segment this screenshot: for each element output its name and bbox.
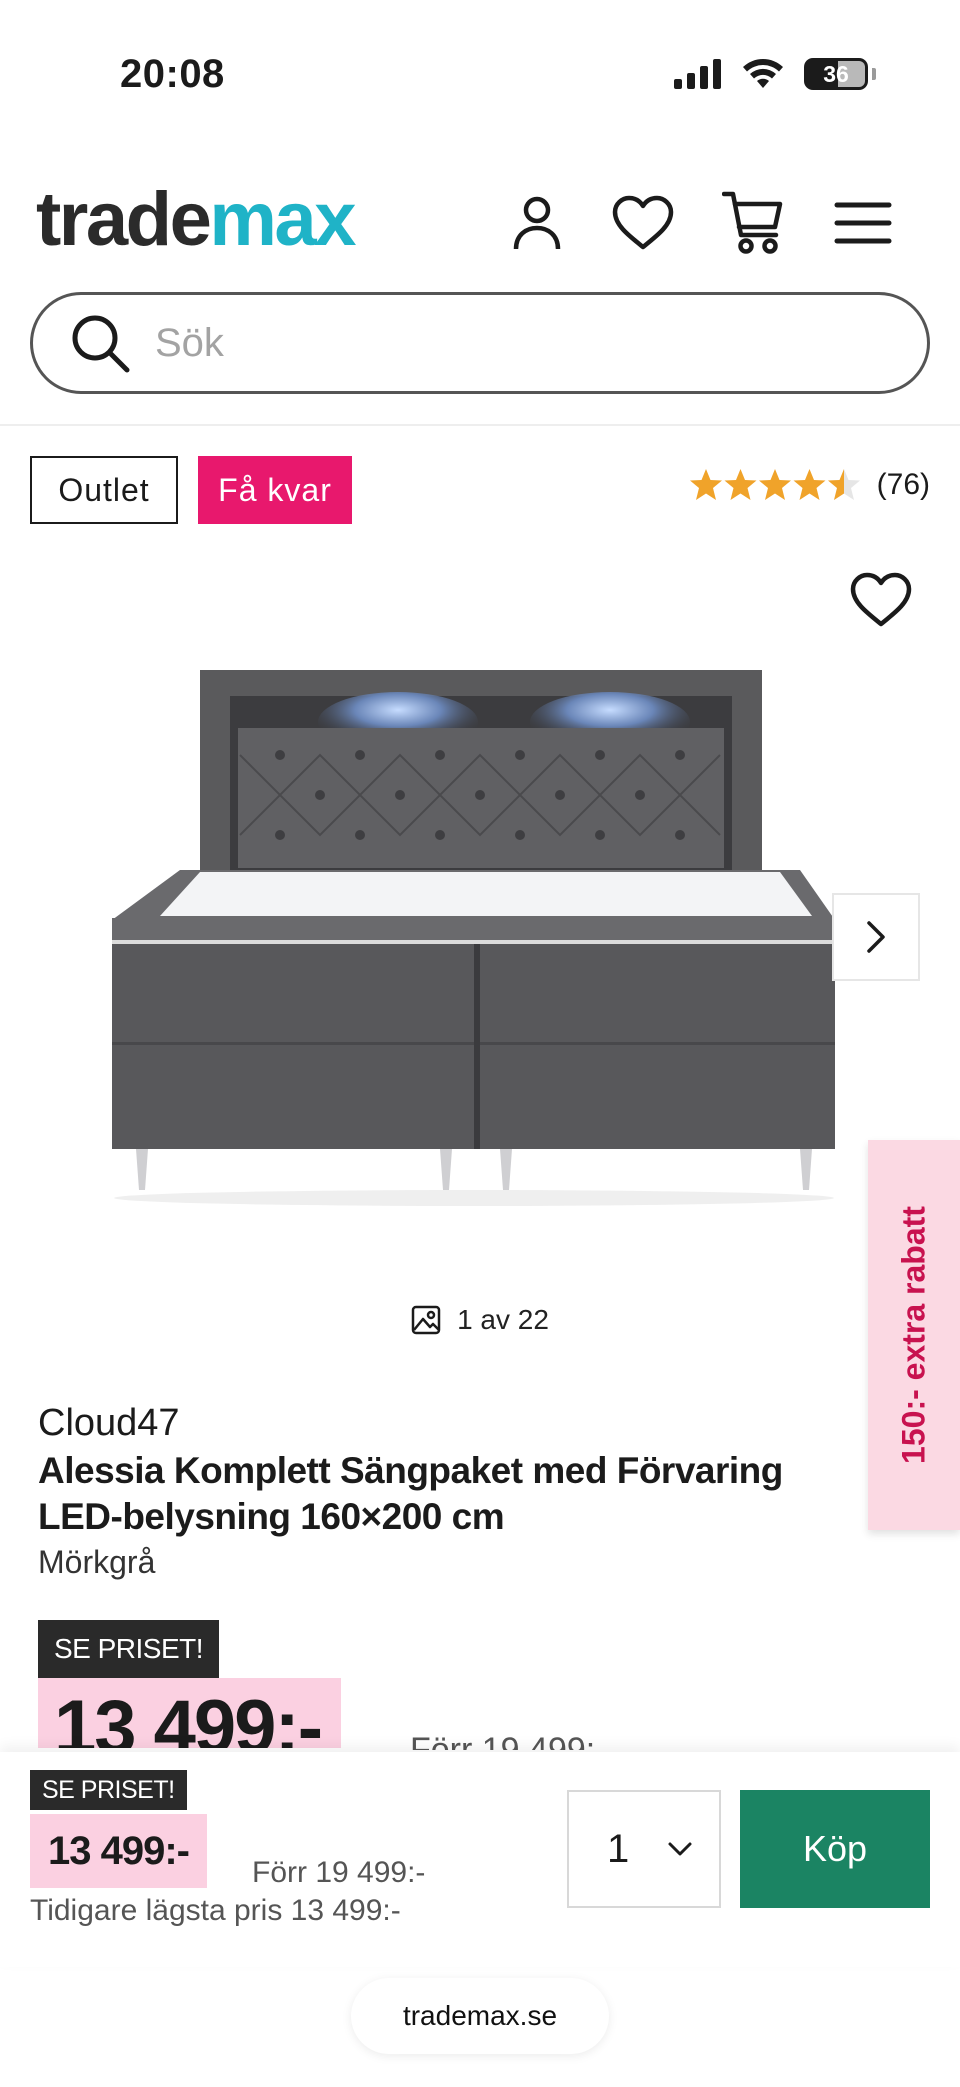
wifi-icon — [743, 59, 783, 88]
status-bar: 20:08 36 — [0, 0, 960, 120]
site-header: trademax — [0, 180, 960, 260]
heart-icon — [850, 572, 912, 627]
quantity-select[interactable]: 1 — [567, 1790, 721, 1908]
search-bar[interactable] — [30, 292, 930, 394]
image-counter: 1 av 22 — [0, 1304, 960, 1336]
shopping-cart-icon — [722, 191, 783, 254]
product-brand[interactable]: Cloud47 — [38, 1402, 180, 1445]
product-rating[interactable]: (76) — [689, 468, 930, 502]
product-title: Alessia Komplett Sängpaket med Förvaring… — [38, 1450, 783, 1537]
status-time: 20:08 — [120, 52, 225, 96]
logo-text-trade: trade — [36, 177, 212, 262]
browser-url-bar[interactable]: trademax.se — [351, 1978, 609, 2054]
user-icon — [513, 196, 561, 250]
hamburger-menu-icon — [834, 202, 892, 244]
search-input[interactable] — [155, 320, 855, 366]
product-variant: Mörkgrå — [38, 1544, 156, 1580]
trademax-logo[interactable]: trademax — [36, 177, 356, 262]
star-rating-icon — [689, 469, 860, 500]
gallery-next-button[interactable] — [832, 893, 920, 981]
product-image-bed[interactable] — [100, 660, 860, 1220]
previous-price: Förr 19 499:- — [410, 1731, 607, 1750]
account-button[interactable] — [504, 190, 570, 256]
image-icon — [411, 1305, 441, 1335]
cart-button[interactable] — [720, 190, 786, 256]
review-count: (76) — [876, 468, 930, 501]
few-left-badge: Få kvar — [198, 456, 352, 524]
sticky-previous-price: Förr 19 499:- — [252, 1856, 426, 1889]
battery-indicator: 36 — [804, 58, 868, 90]
price-campaign-badge: SE PRISET! — [38, 1620, 220, 1678]
quantity-value: 1 — [607, 1826, 630, 1871]
battery-level: 36 — [823, 61, 849, 87]
wishlist-button[interactable] — [610, 190, 676, 256]
image-counter-text: 1 av 22 — [457, 1304, 549, 1335]
menu-button[interactable] — [830, 190, 896, 256]
buy-button[interactable]: Köp — [740, 1790, 930, 1908]
header-divider — [0, 424, 960, 426]
heart-icon — [612, 195, 674, 250]
lowest-previous-price: Tidigare lägsta pris 13 499:- — [30, 1894, 401, 1927]
status-icons: 36 — [674, 58, 876, 90]
logo-text-max: max — [209, 177, 356, 262]
sticky-purchase-bar: SE PRISET! 13 499:- Förr 19 499:- Tidiga… — [0, 1752, 960, 1967]
search-icon — [72, 315, 130, 373]
chevron-right-icon — [867, 921, 885, 953]
chevron-down-icon — [668, 1842, 692, 1856]
outlet-badge: Outlet — [30, 456, 178, 524]
current-price: 13 499:- — [38, 1678, 342, 1748]
cellular-signal-icon — [674, 59, 721, 89]
add-to-wishlist-button[interactable] — [850, 572, 916, 632]
sticky-current-price: 13 499:- — [30, 1814, 207, 1888]
battery-tip — [872, 68, 876, 80]
sticky-price-badge: SE PRISET! — [30, 1770, 187, 1810]
